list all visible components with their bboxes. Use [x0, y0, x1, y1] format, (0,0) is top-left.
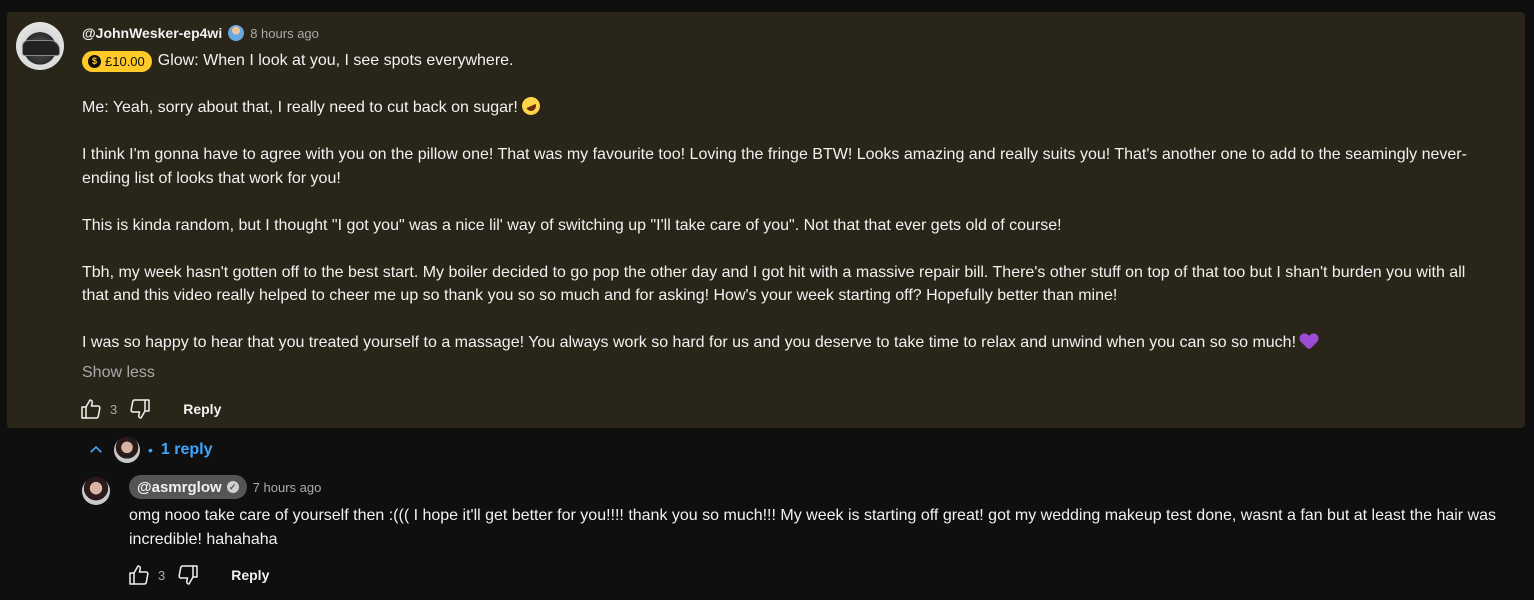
- super-thanks-badge: $ £10.00: [82, 51, 152, 72]
- commenter-avatar[interactable]: [16, 22, 64, 70]
- reply-actions: 3 Reply: [126, 562, 269, 588]
- verified-check-icon: ✓: [226, 481, 239, 493]
- show-less-link[interactable]: Show less: [82, 364, 155, 382]
- comment-paragraph-text: Glow: When I look at you, I see spots ev…: [157, 52, 514, 69]
- comment-paragraph: Me: Yeah, sorry about that, I really nee…: [82, 94, 1472, 120]
- comment-paragraph: This is kinda random, but I thought "I g…: [82, 214, 1472, 238]
- purple-heart-emoji-icon: [1300, 334, 1318, 350]
- reply-body: omg nooo take care of yourself then :(((…: [129, 507, 1497, 548]
- comment-paragraph: I think I'm gonna have to agree with you…: [82, 143, 1472, 190]
- comment-paragraph: Tbh, my week hasn't gotten off to the be…: [82, 261, 1472, 308]
- creator-author-pill[interactable]: @asmrglow ✓: [129, 475, 247, 499]
- comment-body: $ £10.00 Glow: When I look at you, I see s…: [82, 49, 1472, 355]
- super-thanks-amount: £10.00: [105, 53, 145, 69]
- comment-paragraph-text: Me: Yeah, sorry about that, I really nee…: [82, 99, 518, 116]
- member-badge-icon: [228, 25, 245, 41]
- chevron-up-icon: [86, 440, 106, 460]
- comment-actions: 3 Reply: [78, 396, 221, 422]
- thumbs-up-icon: [81, 399, 101, 419]
- super-thanks-coin-icon: $: [88, 55, 101, 68]
- reply-button[interactable]: Reply: [183, 401, 221, 417]
- comment-paragraph: I was so happy to hear that you treated …: [82, 331, 1472, 355]
- reply-count-label[interactable]: 1 reply: [161, 441, 213, 459]
- comment-author[interactable]: @JohnWesker-ep4wi: [82, 25, 222, 41]
- thumbs-down-icon: [178, 565, 198, 585]
- comment-paragraph-text: Tbh, my week hasn't gotten off to the be…: [82, 263, 1466, 305]
- comment-paragraph: $ £10.00 Glow: When I look at you, I see s…: [82, 49, 1472, 73]
- reply-reply-button[interactable]: Reply: [231, 567, 269, 583]
- comment-timestamp[interactable]: 8 hours ago: [250, 26, 319, 41]
- reply-like-count: 3: [158, 567, 166, 583]
- like-count: 3: [110, 401, 118, 417]
- comment-header: @JohnWesker-ep4wi 8 hours ago: [82, 24, 319, 42]
- reply-author-avatar[interactable]: [82, 477, 110, 505]
- like-button[interactable]: [78, 396, 104, 422]
- reply-author: @asmrglow: [137, 478, 222, 496]
- separator-dot: •: [148, 442, 153, 458]
- rofl-emoji-icon: [518, 94, 543, 118]
- creator-mini-avatar: [114, 437, 140, 463]
- car-image: [22, 40, 60, 56]
- comment-paragraph-text: This is kinda random, but I thought "I g…: [82, 216, 1062, 234]
- comment-paragraph-text: I think I'm gonna have to agree with you…: [82, 146, 1467, 187]
- thumbs-down-icon: [130, 399, 150, 419]
- reply-like-button[interactable]: [126, 562, 152, 588]
- reply-timestamp[interactable]: 7 hours ago: [253, 480, 322, 495]
- comment-paragraph-text: I was so happy to hear that you treated …: [82, 334, 1297, 351]
- reply-dislike-button[interactable]: [175, 562, 201, 588]
- replies-toggle[interactable]: • 1 reply: [86, 436, 213, 464]
- reply-header: @asmrglow ✓ 7 hours ago: [129, 475, 321, 499]
- thumbs-up-icon: [129, 565, 149, 585]
- dislike-button[interactable]: [127, 396, 153, 422]
